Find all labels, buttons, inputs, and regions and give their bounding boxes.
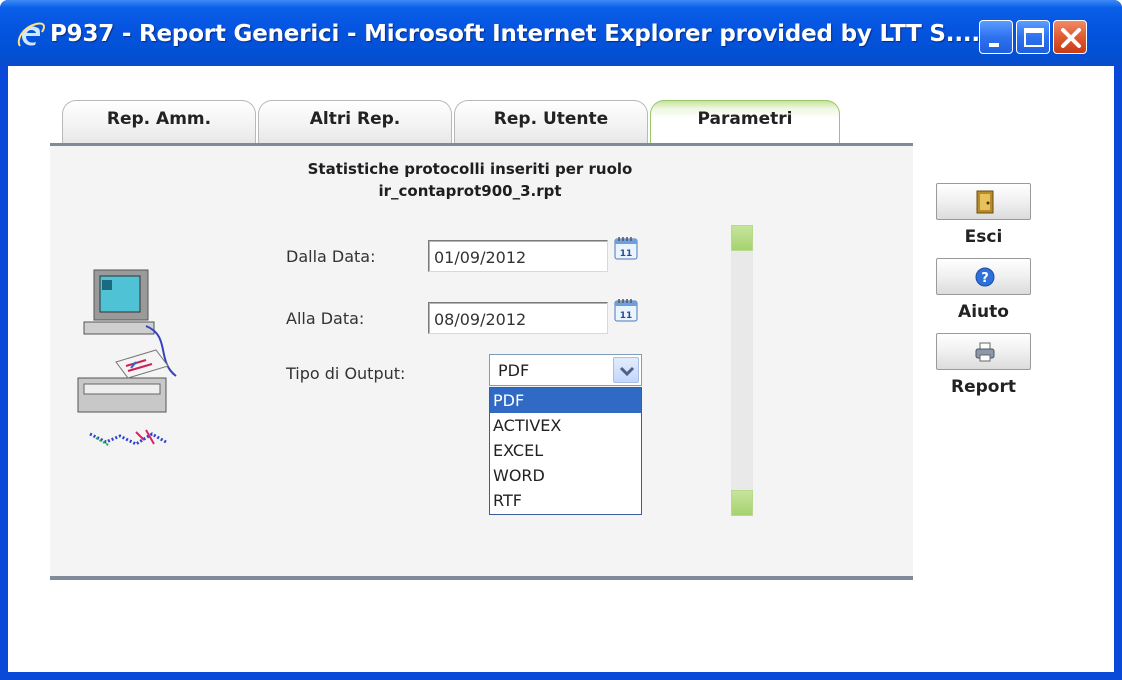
exit-label: Esci (964, 227, 1003, 247)
help-button[interactable]: ? (936, 258, 1031, 295)
tab-rep-utente[interactable]: Rep. Utente (454, 100, 648, 144)
title-bar[interactable]: P937 - Report Generici - Microsoft Inter… (0, 0, 1122, 66)
close-icon (1061, 28, 1081, 48)
report-heading: Statistiche protocolli inseriti per ruol… (260, 158, 680, 202)
report-file: ir_contaprot900_3.rpt (378, 182, 562, 200)
option-rtf[interactable]: RTF (490, 488, 641, 513)
calendar-day: 11 (620, 249, 633, 259)
option-word[interactable]: WORD (490, 463, 641, 488)
dropdown-arrow[interactable] (613, 357, 639, 383)
exit-door-icon (976, 190, 994, 214)
output-type-options: PDF ACTIVEX EXCEL WORD RTF (489, 387, 642, 515)
to-date-label: Alla Data: (286, 309, 365, 328)
from-date-input[interactable]: 01/09/2012 (428, 240, 608, 272)
tab-altri-rep[interactable]: Altri Rep. (258, 100, 452, 144)
calendar-icon[interactable]: 11 (613, 297, 639, 323)
tab-parametri[interactable]: Parametri (650, 100, 840, 144)
help-icon: ? (975, 267, 995, 287)
page-content: Rep. Amm. Altri Rep. Rep. Utente Paramet… (8, 66, 1114, 672)
scroll-down-button[interactable] (731, 490, 753, 516)
maximize-icon (1024, 28, 1044, 47)
to-date-input[interactable]: 08/09/2012 (428, 302, 608, 334)
option-pdf[interactable]: PDF (490, 388, 641, 413)
report-button[interactable] (936, 333, 1031, 370)
scroll-up-button[interactable] (731, 225, 753, 251)
scrollbar-track[interactable] (731, 225, 753, 510)
calendar-icon[interactable]: 11 (613, 235, 639, 261)
window-title: P937 - Report Generici - Microsoft Inter… (50, 21, 980, 47)
browser-window: P937 - Report Generici - Microsoft Inter… (0, 0, 1122, 680)
option-excel[interactable]: EXCEL (490, 438, 641, 463)
exit-button[interactable] (936, 183, 1031, 220)
output-type-label: Tipo di Output: (286, 364, 406, 383)
computer-printer-illustration-icon (77, 269, 177, 447)
output-type-select[interactable]: PDF (489, 354, 642, 386)
report-label: Report (951, 377, 1016, 397)
minimize-icon (989, 43, 999, 47)
calendar-day: 11 (620, 311, 633, 321)
panel-divider (50, 576, 913, 580)
close-button[interactable] (1053, 20, 1087, 54)
svg-text:?: ? (981, 271, 989, 286)
from-date-label: Dalla Data: (286, 247, 376, 266)
minimize-button[interactable] (979, 20, 1013, 54)
printer-icon (975, 342, 995, 362)
help-label: Aiuto (958, 302, 1009, 322)
output-selected-value: PDF (498, 361, 530, 380)
report-description: Statistiche protocolli inseriti per ruol… (307, 160, 633, 178)
option-activex[interactable]: ACTIVEX (490, 413, 641, 438)
chevron-down-icon (619, 366, 635, 377)
tab-rep-amm[interactable]: Rep. Amm. (62, 100, 256, 144)
ie-logo-icon (17, 22, 45, 47)
maximize-button[interactable] (1016, 20, 1050, 54)
